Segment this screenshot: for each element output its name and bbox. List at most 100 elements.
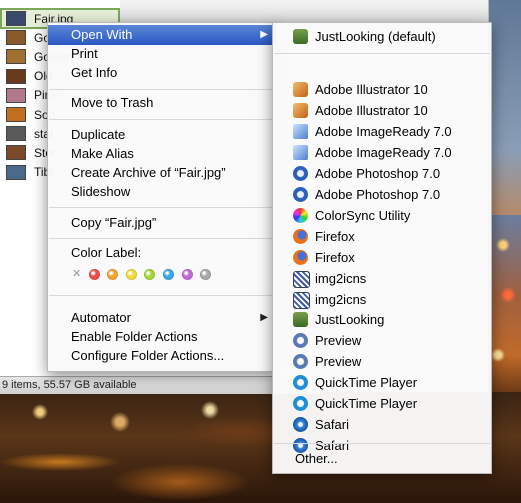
- menu-item-label: Adobe Illustrator 10: [315, 102, 428, 118]
- menu-item-app[interactable]: Adobe ImageReady 7.0: [273, 142, 491, 163]
- menu-item-app[interactable]: Adobe Illustrator 10: [273, 79, 491, 100]
- column-header: [120, 0, 201, 22]
- menu-item-app[interactable]: Preview: [273, 351, 491, 372]
- ir-app-icon: [293, 144, 308, 160]
- menu-item-label: Automator: [71, 310, 131, 325]
- file-thumbnail-icon: [6, 107, 26, 122]
- menu-item-slideshow[interactable]: Slideshow: [48, 182, 276, 202]
- menu-item-print[interactable]: Print: [48, 44, 276, 64]
- status-text: 9 items, 55.57 GB available: [2, 379, 137, 391]
- menu-item-label: ColorSync Utility: [315, 207, 411, 223]
- menu-item-app[interactable]: img2icns: [273, 289, 491, 310]
- color-label-dot[interactable]: [162, 268, 174, 280]
- menu-item-open-with[interactable]: Open With ▶: [48, 25, 276, 45]
- ai-app-icon: [293, 82, 308, 97]
- file-thumbnail-icon: [6, 145, 26, 161]
- context-menu: Open With ▶ Print Get Info Move to Trash…: [47, 22, 277, 372]
- desktop-photo-sky: [488, 0, 521, 215]
- menu-item-label: Preview: [315, 354, 362, 370]
- menu-item-make-alias[interactable]: Make Alias: [48, 144, 276, 164]
- menu-separator: [49, 89, 275, 90]
- menu-item-other[interactable]: Other...: [273, 448, 491, 469]
- menu-item-get-info[interactable]: Get Info: [48, 63, 276, 83]
- menu-item-app[interactable]: img2icns: [273, 268, 491, 289]
- menu-separator: [274, 443, 490, 444]
- menu-item-label: QuickTime Player: [315, 375, 418, 391]
- menu-item-default-app[interactable]: JustLooking (default): [273, 26, 491, 47]
- menu-item-app[interactable]: QuickTime Player: [273, 393, 491, 414]
- menu-item-app[interactable]: ColorSync Utility: [273, 205, 491, 226]
- pv-app-icon: [293, 333, 308, 349]
- menu-item-label: Adobe Photoshop 7.0: [315, 165, 441, 181]
- menu-item-label: Open With: [71, 27, 133, 42]
- pv-app-icon: [293, 354, 308, 370]
- ff-app-icon: [293, 228, 308, 244]
- file-thumbnail-icon: [6, 164, 26, 180]
- menu-item-label: JustLooking (default): [315, 29, 436, 44]
- file-thumbnail-icon: [6, 126, 26, 142]
- color-label-dot[interactable]: [125, 268, 137, 280]
- color-label-picker: ✕: [72, 267, 219, 281]
- color-label-dot[interactable]: [107, 268, 119, 280]
- menu-item-app[interactable]: JustLooking: [273, 309, 491, 330]
- ic2-app-icon: [293, 270, 310, 288]
- menu-item-label: Firefox: [315, 228, 355, 244]
- no-label-icon[interactable]: ✕: [72, 268, 81, 279]
- menu-item-configure-folder-actions[interactable]: Configure Folder Actions...: [48, 346, 276, 366]
- submenu-arrow-icon: ▶: [260, 29, 268, 40]
- color-label-dot[interactable]: [200, 268, 212, 280]
- app-icon: [293, 29, 308, 44]
- menu-item-automator[interactable]: Automator ▶: [48, 308, 276, 328]
- menu-item-enable-folder-actions[interactable]: Enable Folder Actions: [48, 327, 276, 347]
- menu-item-duplicate[interactable]: Duplicate: [48, 125, 276, 145]
- menu-item-label: JustLooking: [315, 312, 385, 328]
- open-with-submenu: JustLooking (default) Adobe Illustrator …: [272, 22, 492, 474]
- menu-item-app[interactable]: QuickTime Player: [273, 372, 491, 393]
- menu-item-app[interactable]: Adobe Illustrator 10: [273, 100, 491, 121]
- desktop-photo-right: [488, 215, 521, 415]
- color-label-dot[interactable]: [88, 268, 100, 280]
- menu-separator: [49, 295, 275, 296]
- menu-item-app[interactable]: Firefox: [273, 226, 491, 247]
- jl-app-icon: [293, 312, 308, 328]
- menu-item-label: Adobe ImageReady 7.0: [315, 123, 452, 139]
- menu-item-label: Adobe ImageReady 7.0: [315, 144, 452, 160]
- submenu-arrow-icon: ▶: [260, 312, 268, 323]
- file-thumbnail-icon: [6, 68, 26, 84]
- menu-item-app[interactable]: Adobe ImageReady 7.0: [273, 121, 491, 142]
- menu-item-app[interactable]: Adobe Photoshop 7.0: [273, 163, 491, 184]
- file-thumbnail-icon: [6, 30, 26, 46]
- color-label-dot[interactable]: [181, 268, 193, 280]
- menu-item-label: Adobe Illustrator 10: [315, 82, 428, 97]
- menu-item-app[interactable]: Preview: [273, 330, 491, 351]
- ir-app-icon: [293, 123, 308, 139]
- menu-item-app[interactable]: Firefox: [273, 247, 491, 268]
- menu-item-label: Preview: [315, 333, 362, 349]
- menu-item-label: Safari: [315, 417, 349, 433]
- color-label-dot[interactable]: [144, 268, 156, 280]
- file-thumbnail-icon: [6, 11, 26, 26]
- ic2-app-icon: [293, 291, 310, 309]
- file-thumbnail-icon: [6, 87, 26, 103]
- column-header: [200, 0, 401, 22]
- menu-separator: [274, 53, 490, 54]
- menu-item-create-archive[interactable]: Create Archive of “Fair.jpg”: [48, 163, 276, 183]
- column-header: [400, 0, 489, 22]
- ai-app-icon: [293, 102, 308, 118]
- menu-separator: [49, 119, 275, 120]
- ps-app-icon: [293, 165, 308, 181]
- menu-item-app[interactable]: Adobe Photoshop 7.0: [273, 184, 491, 205]
- menu-item-label: QuickTime Player: [315, 396, 418, 412]
- menu-item-move-to-trash[interactable]: Move to Trash: [48, 93, 276, 113]
- qt-app-icon: [293, 396, 308, 412]
- ff-app-icon: [293, 249, 308, 265]
- ps-app-icon: [293, 186, 308, 202]
- qt-app-icon: [293, 375, 308, 391]
- menu-separator: [49, 207, 275, 208]
- color-label-heading: Color Label:: [71, 245, 142, 260]
- menu-separator: [49, 238, 275, 239]
- menu-item-app[interactable]: Safari: [273, 414, 491, 435]
- menu-item-label: img2icns: [315, 270, 367, 286]
- menu-item-copy[interactable]: Copy “Fair.jpg”: [48, 213, 276, 233]
- cs-app-icon: [293, 207, 308, 223]
